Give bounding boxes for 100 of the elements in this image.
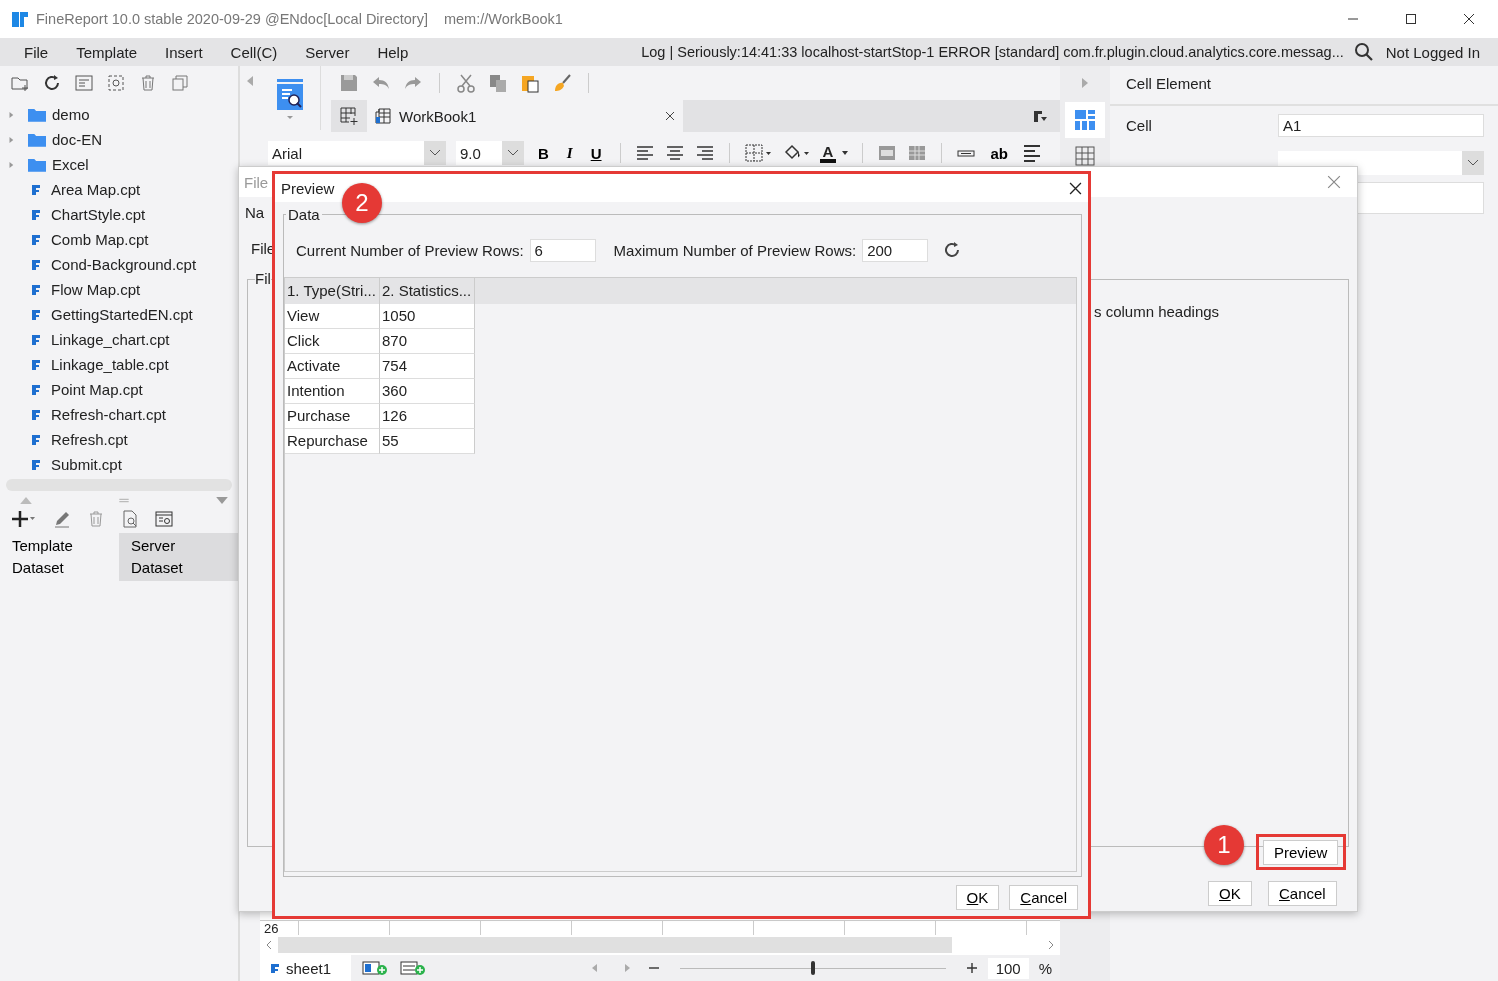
dataset-tab[interactable]: Server Dataset xyxy=(119,533,238,581)
expand-arrow-icon[interactable] xyxy=(8,135,14,144)
cell-field[interactable]: A1 xyxy=(1278,113,1484,137)
tree-item[interactable]: Comb Map.cpt xyxy=(0,227,238,252)
edit-icon[interactable] xyxy=(52,509,72,529)
tree-item[interactable]: Refresh.cpt xyxy=(0,427,238,452)
cancel-button[interactable]: Cancel xyxy=(1268,881,1337,906)
ok-button[interactable]: OK xyxy=(1208,881,1252,906)
report-file-icon xyxy=(30,258,42,271)
font-size-dropdown[interactable]: 9.0 xyxy=(456,141,524,165)
workbook-tab[interactable]: WorkBook1 xyxy=(367,100,683,132)
report-file-icon xyxy=(30,433,42,446)
bold-button[interactable]: B xyxy=(534,144,553,162)
scroll-right-icon[interactable] xyxy=(1048,940,1054,950)
font-dropdown[interactable]: Arial xyxy=(268,141,446,165)
zoom-field[interactable]: 100 xyxy=(987,957,1029,979)
align-center-icon[interactable] xyxy=(664,143,685,163)
cancel-button[interactable]: Cancel xyxy=(1009,885,1078,910)
collapse-left-icon[interactable] xyxy=(247,76,253,86)
copy-icon[interactable] xyxy=(170,73,190,93)
cut-icon[interactable] xyxy=(456,73,476,93)
close-icon[interactable] xyxy=(1069,181,1082,195)
border-icon[interactable] xyxy=(743,143,772,163)
tree-item[interactable]: Cond-Background.cpt xyxy=(0,252,238,277)
wrap-text-button[interactable]: ab xyxy=(986,144,1012,162)
current-rows-field[interactable]: 6 xyxy=(529,238,596,262)
template-icon[interactable] xyxy=(74,73,94,93)
table-cell: 55 xyxy=(380,429,475,454)
preview-button[interactable]: Preview xyxy=(1263,840,1339,865)
tree-item[interactable]: Refresh-chart.cpt xyxy=(0,402,238,427)
split-cells-icon[interactable] xyxy=(907,143,928,163)
tree-item[interactable]: Linkage_table.cpt xyxy=(0,352,238,377)
close-tab-icon[interactable] xyxy=(665,111,675,121)
menu-item[interactable]: Cell(C) xyxy=(230,43,278,61)
zoom-in-icon[interactable] xyxy=(965,962,978,974)
table-cell: 126 xyxy=(380,404,475,429)
menu-item[interactable]: Template xyxy=(76,43,138,61)
field-label: Maximum Number of Preview Rows: xyxy=(613,241,857,259)
down-arrow-icon[interactable] xyxy=(216,496,228,504)
previous-sheet-icon[interactable] xyxy=(591,964,598,972)
tree-item[interactable]: ChartStyle.cpt xyxy=(0,202,238,227)
preview-data-icon[interactable] xyxy=(120,509,140,529)
scroll-left-icon[interactable] xyxy=(266,940,272,950)
report-file-icon xyxy=(30,208,42,221)
menu-item[interactable]: File xyxy=(24,43,49,61)
tree-item[interactable]: Excel xyxy=(0,152,238,177)
expand-arrow-icon[interactable] xyxy=(8,160,14,169)
next-sheet-icon[interactable] xyxy=(623,964,630,972)
sheet-tab[interactable]: sheet1 xyxy=(260,955,352,981)
underline-button[interactable]: U xyxy=(586,144,606,162)
expand-right-icon[interactable] xyxy=(1082,78,1088,88)
align-icon[interactable] xyxy=(1021,143,1042,163)
menu-item[interactable]: Insert xyxy=(165,43,203,61)
field-label: Na xyxy=(245,204,265,221)
add-icon[interactable] xyxy=(10,509,38,529)
tree-item[interactable]: Flow Map.cpt xyxy=(0,277,238,302)
maximize-icon[interactable] xyxy=(1405,13,1417,25)
align-left-icon[interactable] xyxy=(634,143,655,163)
ok-button[interactable]: OK xyxy=(955,885,1000,910)
tree-item[interactable]: Area Map.cpt xyxy=(0,177,238,202)
cell-attribute-icon[interactable] xyxy=(1075,146,1095,166)
add-sheet-icon[interactable] xyxy=(361,960,390,976)
chevron-down-icon xyxy=(502,141,524,165)
report-file-icon xyxy=(30,283,42,296)
dataset-edit-icon[interactable] xyxy=(154,509,174,529)
table-cell: View xyxy=(285,304,380,329)
align-right-icon[interactable] xyxy=(694,143,715,163)
tree-item[interactable]: doc-EN xyxy=(0,127,238,152)
log-message: Log | Seriously:14:41:33 localhost-startStop-1 ERROR [standard] com.fr.plugin.cloud.analytics.core.messag... xyxy=(641,44,1344,60)
expand-arrow-icon[interactable] xyxy=(8,110,14,119)
brush-icon[interactable] xyxy=(552,73,572,93)
tree-item[interactable]: GettingStartedEN.cpt xyxy=(0,302,238,327)
tab-menu-icon[interactable] xyxy=(1032,108,1048,124)
login-status[interactable]: Not Logged In xyxy=(1385,43,1480,61)
tree-item[interactable]: Submit.cpt xyxy=(0,452,238,477)
tree-item[interactable]: demo xyxy=(0,102,238,127)
new-sheet-icon[interactable] xyxy=(339,106,359,126)
document-path: mem://WorkBook1 xyxy=(443,11,563,27)
folder-icon xyxy=(28,132,46,147)
refresh-icon[interactable] xyxy=(42,73,62,93)
merge-cells-icon[interactable] xyxy=(877,143,898,163)
add-form-sheet-icon[interactable] xyxy=(399,960,428,976)
max-rows-field[interactable]: 200 xyxy=(862,238,929,262)
search-icon[interactable] xyxy=(1353,42,1374,62)
copy-icon[interactable] xyxy=(488,73,508,93)
save-icon[interactable] xyxy=(339,73,359,93)
cell-element-icon[interactable] xyxy=(1075,110,1095,130)
font-color-button[interactable]: A xyxy=(819,143,849,163)
grip-icon[interactable] xyxy=(118,496,130,504)
close-icon[interactable] xyxy=(1463,13,1475,25)
italic-button[interactable]: I xyxy=(562,144,577,162)
tree-item[interactable]: Point Map.cpt xyxy=(0,377,238,402)
horizontal-scrollbar[interactable] xyxy=(278,937,952,953)
menu-item[interactable]: Help xyxy=(377,43,409,61)
percent-label: % xyxy=(1038,959,1052,977)
table-cell: 870 xyxy=(380,329,475,354)
paste-icon[interactable] xyxy=(520,73,540,93)
menu-item[interactable]: Server xyxy=(305,43,350,61)
zoom-slider-thumb[interactable] xyxy=(810,960,815,975)
tree-item[interactable]: Linkage_chart.cpt xyxy=(0,327,238,352)
